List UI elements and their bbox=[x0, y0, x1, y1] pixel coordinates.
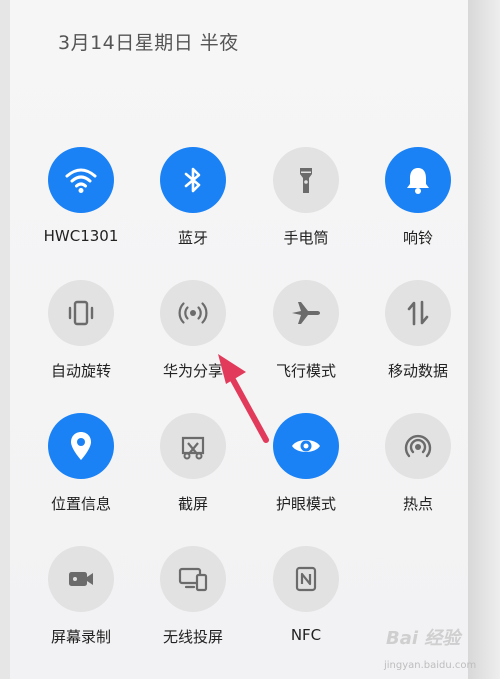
date-text: 3月14日星期日 半夜 bbox=[58, 32, 239, 54]
tile-label: 手电筒 bbox=[283, 229, 329, 247]
wireless-projection-icon bbox=[160, 546, 226, 612]
hotspot-icon bbox=[385, 413, 451, 479]
tile-label: 护眼模式 bbox=[275, 495, 336, 513]
tile-screen-record[interactable]: 屏幕录制 bbox=[25, 546, 137, 664]
tile-label: 位置信息 bbox=[50, 495, 111, 513]
mobile-data-icon bbox=[385, 280, 451, 346]
flashlight-icon bbox=[273, 147, 339, 213]
tile-airplane-mode[interactable]: 飞行模式 bbox=[250, 280, 362, 398]
location-icon bbox=[48, 413, 114, 479]
tile-wireless-projection[interactable]: 无线投屏 bbox=[137, 546, 249, 664]
tile-eye-comfort[interactable]: 护眼模式 bbox=[250, 413, 362, 531]
tile-label: 热点 bbox=[402, 495, 433, 513]
clock-partial bbox=[58, 0, 228, 12]
screen-record-icon bbox=[48, 546, 114, 612]
tile-mobile-data[interactable]: 移动数据 bbox=[362, 280, 474, 398]
huawei-share-icon bbox=[160, 280, 226, 346]
bluetooth-icon bbox=[160, 147, 226, 213]
tile-bluetooth[interactable]: 蓝牙 bbox=[137, 147, 249, 265]
watermark-brand: Bai 经验 bbox=[386, 628, 461, 649]
nfc-icon bbox=[273, 546, 339, 612]
screen-frame-left bbox=[0, 0, 10, 679]
screenshot-icon bbox=[160, 413, 226, 479]
tile-label: 飞行模式 bbox=[275, 362, 336, 380]
baidu-jingyan-watermark: Bai 经验 jingyan.baidu.com bbox=[380, 620, 498, 678]
tile-nfc[interactable]: NFC bbox=[250, 546, 362, 664]
tile-label: 移动数据 bbox=[387, 362, 448, 380]
wifi-icon bbox=[48, 147, 114, 213]
tile-location[interactable]: 位置信息 bbox=[25, 413, 137, 531]
bell-icon bbox=[385, 147, 451, 213]
tile-label: NFC bbox=[290, 626, 322, 644]
tile-label: 自动旋转 bbox=[50, 362, 111, 380]
tile-screenshot[interactable]: 截屏 bbox=[137, 413, 249, 531]
tile-flashlight[interactable]: 手电筒 bbox=[250, 147, 362, 265]
tile-label: 无线投屏 bbox=[162, 628, 223, 646]
auto-rotate-icon bbox=[48, 280, 114, 346]
airplane-icon bbox=[273, 280, 339, 346]
tile-ring[interactable]: 响铃 bbox=[362, 147, 474, 265]
eye-icon bbox=[273, 413, 339, 479]
tile-hotspot[interactable]: 热点 bbox=[362, 413, 474, 531]
tile-label: 响铃 bbox=[402, 229, 433, 247]
tile-label: HWC1301 bbox=[43, 227, 119, 245]
tile-label: 蓝牙 bbox=[177, 229, 208, 247]
tile-auto-rotate[interactable]: 自动旋转 bbox=[25, 280, 137, 398]
tile-label: 截屏 bbox=[177, 495, 208, 513]
watermark-url: jingyan.baidu.com bbox=[384, 660, 477, 671]
tile-wifi[interactable]: HWC1301 bbox=[25, 147, 137, 265]
tile-huawei-share[interactable]: 华为分享 bbox=[137, 280, 249, 398]
tile-label: 华为分享 bbox=[162, 362, 223, 380]
tile-label: 屏幕录制 bbox=[50, 628, 111, 646]
